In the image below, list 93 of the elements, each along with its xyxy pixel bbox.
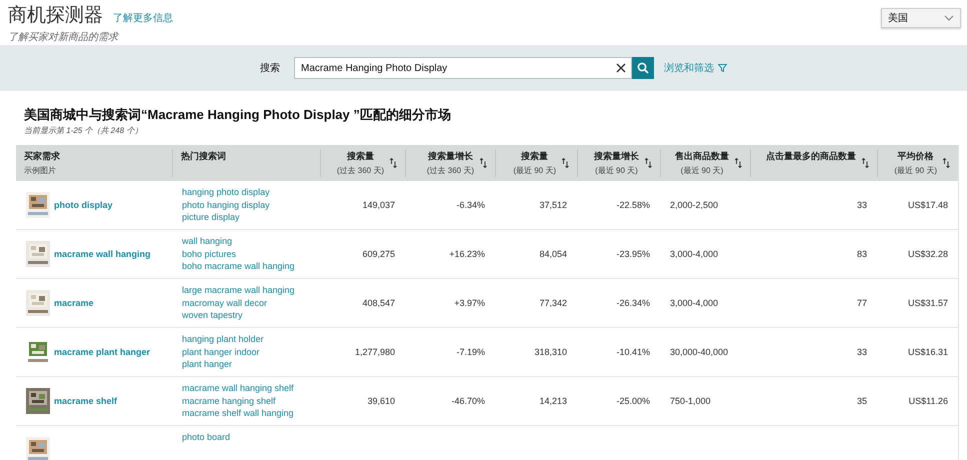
table-cell: -22.58%	[616, 200, 650, 210]
search-field[interactable]: Macrame Hanging Photo Display	[294, 57, 632, 79]
search-term-link[interactable]: macrame hanging shelf	[182, 394, 276, 407]
page-subtitle: 了解买家对新商品的需求	[8, 30, 120, 44]
search-label: 搜索	[260, 62, 280, 75]
search-button[interactable]	[632, 57, 654, 79]
table-cell: 609,275	[362, 249, 395, 259]
table-cell: -6.34%	[456, 200, 485, 210]
sort-icon[interactable]	[862, 158, 869, 168]
table-cell: 33	[856, 200, 867, 210]
search-term-link[interactable]: boho pictures	[182, 248, 236, 260]
table-cell: 35	[856, 396, 867, 406]
table-cell: 149,037	[362, 200, 395, 210]
column-header: 买家需求	[24, 150, 60, 163]
table-cell: 2,000-2,500	[670, 200, 718, 210]
learn-more-link[interactable]: 了解更多信息	[113, 11, 173, 25]
buyer-demand-link[interactable]: macrame shelf	[54, 396, 118, 406]
column-subheader: (最近 90 天)	[894, 165, 937, 176]
table-cell: 39,610	[367, 396, 395, 406]
column-header[interactable]: 搜索量增长	[594, 150, 639, 163]
table-cell: US$32.28	[908, 249, 948, 259]
column-subheader: (最近 90 天)	[595, 165, 638, 176]
column-header: 热门搜索词	[181, 150, 226, 163]
table-cell: -10.41%	[616, 347, 650, 357]
table-cell: 77	[856, 298, 867, 308]
search-term-link[interactable]: photo board	[182, 431, 230, 444]
page-title: 商机探测器	[8, 3, 103, 28]
table-cell: -23.95%	[616, 249, 650, 259]
search-term-link[interactable]: wall hanging	[182, 235, 232, 248]
column-subheader: (最近 90 天)	[513, 165, 556, 176]
table-cell: US$31.57	[908, 298, 948, 308]
browse-filter-link[interactable]: 浏览和筛选	[664, 61, 727, 75]
column-header[interactable]: 搜索量	[521, 150, 548, 163]
table-cell: 1,277,980	[354, 347, 395, 357]
sort-icon[interactable]	[735, 158, 742, 168]
search-icon	[637, 62, 649, 74]
search-term-link[interactable]: large macrame wall hanging	[182, 284, 295, 296]
buyer-demand-link[interactable]: macrame	[54, 298, 94, 308]
table-cell: -7.19%	[456, 347, 485, 357]
table-cell: US$11.26	[908, 396, 948, 406]
search-term-link[interactable]: woven tapestry	[182, 309, 243, 322]
table-cell: 37,512	[539, 200, 567, 210]
buyer-demand-link[interactable]: macrame plant hanger	[54, 347, 150, 357]
results-count: 当前显示第 1-25 个（共 248 个）	[24, 126, 144, 136]
clear-icon[interactable]	[616, 63, 626, 73]
search-term-link[interactable]: plant hanger indoor	[182, 346, 260, 358]
column-subheader: (最近 90 天)	[680, 165, 724, 176]
search-term-link[interactable]: hanging photo display	[182, 186, 270, 198]
results-title: 美国商城中与搜索词“Macrame Hanging Photo Display ”匹配的细分市场	[24, 107, 452, 123]
column-subheader: (过去 360 天)	[336, 165, 384, 176]
table-cell: 83	[856, 249, 867, 259]
table-cell: -46.70%	[451, 396, 485, 406]
table-cell: -26.34%	[616, 298, 650, 308]
column-header[interactable]: 点击量最多的商品数量	[766, 150, 856, 163]
sort-icon[interactable]	[943, 158, 950, 168]
table-cell: US$17.48	[908, 200, 948, 210]
table-cell: -25.00%	[616, 396, 650, 406]
table-cell: +16.23%	[449, 249, 485, 259]
marketplace-dropdown[interactable]: 美国	[881, 8, 961, 28]
table-cell: 750-1,000	[670, 396, 711, 406]
table-cell: 318,310	[534, 347, 567, 357]
filter-icon	[718, 64, 727, 72]
column-subheader: (过去 360 天)	[426, 165, 474, 176]
search-term-link[interactable]: hanging plant holder	[182, 333, 264, 346]
column-header[interactable]: 售出商品数量	[675, 150, 729, 163]
column-header[interactable]: 搜索量	[346, 150, 374, 163]
search-term-link[interactable]: macrame shelf wall hanging	[182, 407, 294, 420]
table-cell: US$16.31	[908, 347, 948, 357]
column-subheader: 示例图片	[24, 165, 56, 176]
table-cell: 3,000-4,000	[670, 249, 718, 259]
sort-icon[interactable]	[390, 158, 397, 168]
sort-icon[interactable]	[480, 158, 487, 168]
search-term-link[interactable]: plant hanger	[182, 358, 232, 370]
column-header[interactable]: 平均价格	[898, 150, 934, 163]
table-cell: 3,000-4,000	[670, 298, 718, 308]
table-cell: 14,213	[539, 396, 567, 406]
search-term-link[interactable]: macrame wall hanging shelf	[182, 382, 294, 394]
table-cell: 408,547	[362, 298, 395, 308]
search-term-link[interactable]: macromay wall decor	[182, 296, 268, 309]
search-term-link[interactable]: picture display	[182, 211, 240, 224]
buyer-demand-link[interactable]: photo display	[54, 200, 112, 210]
table-cell: 77,342	[539, 298, 567, 308]
table-cell: 33	[856, 347, 867, 357]
sort-icon[interactable]	[645, 158, 652, 168]
column-header[interactable]: 搜索量增长	[428, 150, 473, 163]
sort-icon[interactable]	[562, 158, 569, 168]
table-cell: +3.97%	[454, 298, 485, 308]
search-term-link[interactable]: boho macrame wall hanging	[182, 260, 295, 272]
buyer-demand-link[interactable]: macrame wall hanging	[54, 249, 151, 259]
chevron-down-icon	[944, 15, 954, 21]
table-cell: 84,054	[539, 249, 567, 259]
search-term-link[interactable]: photo hanging display	[182, 198, 270, 211]
table-cell: 30,000-40,000	[670, 347, 728, 357]
